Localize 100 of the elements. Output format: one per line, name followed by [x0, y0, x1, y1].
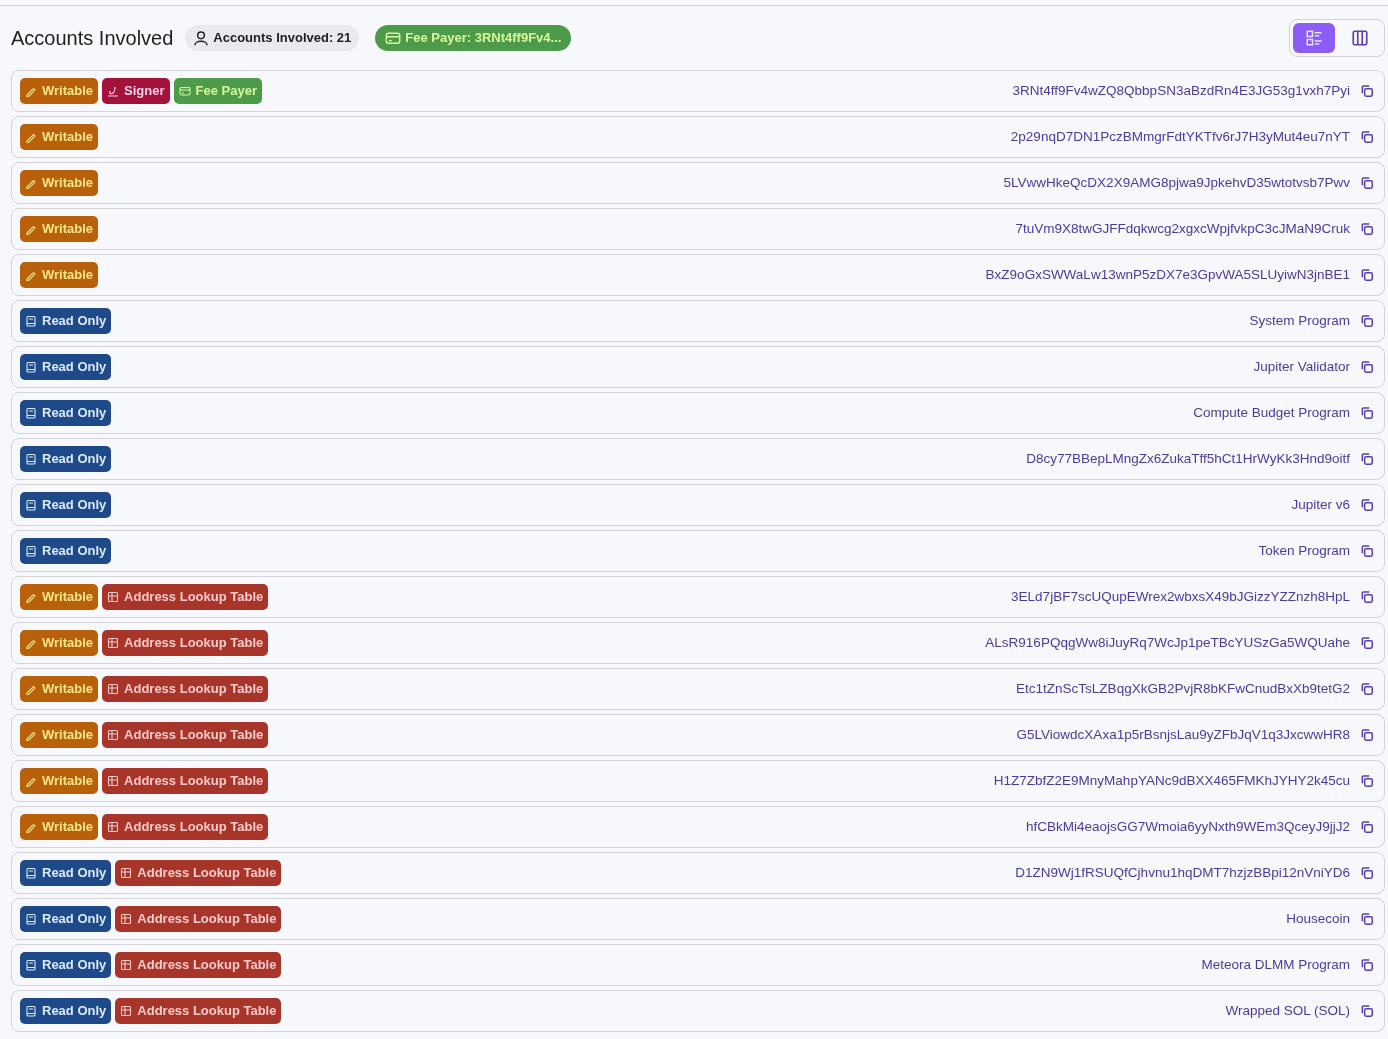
readonly-tag: Read Only	[20, 446, 112, 472]
readonly-tag: Read Only	[20, 952, 112, 978]
pencil-icon	[25, 223, 37, 235]
account-address: D8cy77BBepLMngZx6ZukaTff5hCt1HrWyKk3Hnd9oitf	[1026, 449, 1350, 468]
writable-tag: Writable	[20, 78, 99, 104]
book-icon	[25, 407, 37, 419]
account-address: hfCBkMi4eaojsGG7Wmoia6yyNxth9WEm3QceyJ9jjJ2	[1025, 817, 1350, 836]
copy-button[interactable]	[1360, 820, 1374, 834]
book-icon	[25, 315, 37, 327]
copy-icon	[1360, 544, 1374, 558]
copy-button[interactable]	[1360, 314, 1374, 328]
account-address: Compute Budget Program	[1193, 403, 1350, 422]
account-address: Jupiter v6	[1291, 495, 1350, 514]
copy-icon	[1360, 728, 1374, 742]
copy-button[interactable]	[1360, 84, 1374, 98]
lookup-tag: Address Lookup Table	[102, 814, 269, 840]
table-icon	[107, 591, 120, 603]
copy-icon	[1360, 774, 1374, 788]
pencil-icon	[25, 269, 37, 281]
readonly-tag: Read Only	[20, 354, 112, 380]
copy-icon	[1360, 406, 1374, 420]
copy-icon	[1360, 222, 1374, 236]
account-address: 7tuVm9X8twGJFFdqkwcg2xgxcWpjfvkpC3cJMaN9Cruk	[1015, 219, 1350, 238]
copy-icon	[1360, 268, 1374, 282]
copy-button[interactable]	[1360, 728, 1374, 742]
copy-icon	[1360, 682, 1374, 696]
copy-button[interactable]	[1360, 222, 1374, 236]
table-icon	[107, 683, 120, 695]
copy-button[interactable]	[1360, 268, 1374, 282]
lookup-tag: Address Lookup Table	[102, 630, 269, 656]
readonly-tag: Read Only	[20, 538, 112, 564]
writable-tag: Writable	[20, 216, 99, 242]
copy-button[interactable]	[1360, 130, 1374, 144]
table-icon	[107, 637, 120, 649]
person-icon	[193, 30, 210, 46]
readonly-tag: Read Only	[20, 492, 112, 518]
copy-button[interactable]	[1360, 176, 1374, 190]
list-view-button[interactable]	[1293, 23, 1335, 53]
copy-icon	[1360, 498, 1374, 512]
book-icon	[25, 913, 37, 925]
account-address: D1ZN9Wj1fRSUQfCjhvnu1hqDMT7hzjzBBpi12nVniYD6	[1015, 863, 1350, 882]
account-address: 3RNt4ff9Fv4wZQ8QbbpSN3aBzdRn4E3JG53g1vxh7Pyi	[1012, 81, 1350, 100]
columns-view-icon	[1351, 29, 1369, 47]
copy-button[interactable]	[1360, 774, 1374, 788]
copy-button[interactable]	[1360, 498, 1374, 512]
account-address: 5LVwwHkeQcDX2X9AMG8pjwa9JpkehvD35wtotvsb7Pwv	[1003, 173, 1350, 192]
writable-tag: Writable	[20, 814, 99, 840]
copy-icon	[1360, 84, 1374, 98]
pencil-icon	[25, 131, 37, 143]
pencil-icon	[25, 177, 37, 189]
copy-button[interactable]	[1360, 866, 1374, 880]
copy-icon	[1360, 130, 1374, 144]
count-badge: Accounts Involved: 21	[185, 25, 360, 51]
copy-icon	[1360, 176, 1374, 190]
lookup-tag: Address Lookup Table	[102, 584, 269, 610]
writable-tag: Writable	[20, 124, 99, 150]
copy-icon	[1360, 314, 1374, 328]
copy-button[interactable]	[1360, 544, 1374, 558]
copy-button[interactable]	[1360, 360, 1374, 374]
writable-tag: Writable	[20, 676, 99, 702]
account-address: 3ELd7jBF7scUQupEWrex2wbxsX49bJGizzYZZnzh8HpL	[1011, 587, 1350, 606]
pencil-icon	[25, 591, 37, 603]
account-address: Wrapped SOL (SOL)	[1225, 1001, 1350, 1020]
writable-tag: Writable	[20, 630, 99, 656]
writable-tag: Writable	[20, 170, 99, 196]
copy-button[interactable]	[1360, 590, 1374, 604]
copy-icon	[1360, 1004, 1374, 1018]
copy-icon	[1360, 452, 1374, 466]
table-icon	[107, 821, 120, 833]
lookup-tag: Address Lookup Table	[115, 998, 282, 1024]
pencil-icon	[25, 683, 37, 695]
account-address: 2p29nqD7DN1PczBMmgrFdtYKTfv6rJ7H3yMut4eu7nYT	[1010, 127, 1350, 146]
copy-icon	[1360, 636, 1374, 650]
copy-button[interactable]	[1360, 452, 1374, 466]
copy-icon	[1360, 820, 1374, 834]
readonly-tag: Read Only	[20, 308, 112, 334]
lookup-tag: Address Lookup Table	[102, 722, 269, 748]
signature-icon	[107, 85, 120, 97]
copy-icon	[1360, 958, 1374, 972]
list-view-icon	[1305, 29, 1323, 47]
writable-tag: Writable	[20, 262, 99, 288]
readonly-tag: Read Only	[20, 906, 112, 932]
book-icon	[25, 867, 37, 879]
account-address: Jupiter Validator	[1253, 357, 1350, 376]
lookup-tag: Address Lookup Table	[102, 676, 269, 702]
lookup-tag: Address Lookup Table	[102, 768, 269, 794]
copy-button[interactable]	[1360, 1004, 1374, 1018]
copy-button[interactable]	[1360, 682, 1374, 696]
writable-tag: Writable	[20, 768, 99, 794]
readonly-tag: Read Only	[20, 998, 112, 1024]
card-icon	[178, 85, 191, 97]
writable-tag: Writable	[20, 722, 99, 748]
account-address: Token Program	[1258, 541, 1350, 560]
copy-button[interactable]	[1360, 958, 1374, 972]
pencil-icon	[25, 637, 37, 649]
copy-button[interactable]	[1360, 636, 1374, 650]
book-icon	[25, 453, 37, 465]
copy-button[interactable]	[1360, 912, 1374, 926]
table-icon	[120, 867, 133, 879]
copy-button[interactable]	[1360, 406, 1374, 420]
